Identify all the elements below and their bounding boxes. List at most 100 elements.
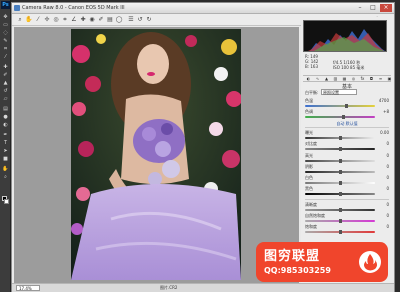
hand-icon[interactable]: ✋	[25, 16, 33, 24]
whites-value[interactable]: 0	[377, 175, 389, 180]
rotate-cw-icon[interactable]: ↻	[145, 16, 153, 24]
exposure-value[interactable]: 0.00	[377, 130, 389, 135]
history-brush-tool-icon[interactable]: ↺	[2, 88, 9, 94]
divider	[305, 199, 389, 200]
dodge-tool-icon[interactable]: ◐	[2, 122, 9, 128]
spot-removal-icon[interactable]: ✚	[79, 16, 87, 24]
graduated-filter-icon[interactable]: ▤	[106, 16, 114, 24]
contrast-slider[interactable]	[305, 147, 375, 151]
hsl-tab-icon[interactable]: ▥	[332, 76, 339, 82]
blacks-label: 黑色	[305, 186, 313, 191]
camera-calibration-tab-icon[interactable]: ◘	[368, 76, 375, 82]
highlights-value[interactable]: 0	[377, 153, 389, 158]
target-adjust-icon[interactable]: ◎	[52, 16, 60, 24]
saturation-slider[interactable]	[305, 230, 375, 234]
gradient-tool-icon[interactable]: ▤	[2, 106, 9, 112]
zoom-icon[interactable]: ⌕	[16, 16, 24, 24]
basic-tab-icon[interactable]: ◐	[305, 76, 312, 82]
clarity-slider-thumb[interactable]	[339, 208, 342, 212]
panel-tabs: ◐ ∿ ▲ ▥ ▦ ◎ fx ◘ ≡ ▣	[303, 75, 391, 82]
watermark-title: 图穷联盟	[264, 249, 321, 264]
hand-tool-icon[interactable]: ✋	[2, 166, 9, 172]
effects-tab-icon[interactable]: fx	[359, 76, 366, 82]
crop-tool-icon[interactable]: ⌗	[2, 46, 9, 52]
presets-tab-icon[interactable]: ≡	[377, 76, 384, 82]
white-balance-icon[interactable]: ⁄	[34, 16, 42, 24]
snapshots-tab-icon[interactable]: ▣	[386, 76, 393, 82]
temperature-slider[interactable]	[305, 104, 375, 108]
blacks-slider-thumb[interactable]	[339, 192, 342, 196]
blacks-slider[interactable]	[305, 192, 375, 196]
contrast-slider-thumb[interactable]	[339, 147, 342, 151]
path-select-tool-icon[interactable]: ➤	[2, 148, 9, 154]
pen-tool-icon[interactable]: ✒	[2, 132, 9, 138]
crop-icon[interactable]: ⌗	[61, 16, 69, 24]
photoshop-tools-panel: Ps ✥ ▭ ◌ ✎ ⌗ ⁄ ✚ ✐ ▲ ↺ ▱ ▤ ● ◐ ✒ T ➤ ■ ✋…	[0, 0, 11, 292]
move-tool-icon[interactable]: ✥	[2, 14, 9, 20]
blur-tool-icon[interactable]: ●	[2, 114, 9, 120]
dialog-titlebar[interactable]: Camera Raw 8.0 - Canon EOS 5D Mark III –…	[12, 3, 394, 14]
shadows-value[interactable]: 0	[377, 164, 389, 169]
maximize-button[interactable]: □	[367, 4, 379, 12]
rgb-camera-readout: R: 149 G: 142 B: 163 f/4.5 1/160 秒 ISO 1…	[303, 53, 387, 75]
tint-slider-thumb[interactable]	[342, 115, 345, 119]
saturation-slider-thumb[interactable]	[339, 230, 342, 234]
site-watermark: 图穷联盟 QQ:985303259	[256, 242, 388, 282]
brush-tool-icon[interactable]: ✐	[2, 72, 9, 78]
highlights-slider-thumb[interactable]	[339, 159, 342, 163]
detail-tab-icon[interactable]: ▲	[323, 76, 330, 82]
shadows-label: 阴影	[305, 164, 313, 169]
whites-slider[interactable]	[305, 181, 375, 185]
zoom-level-select[interactable]: 17.4%	[16, 285, 40, 291]
clarity-value[interactable]: 0	[377, 202, 389, 207]
color-sampler-icon[interactable]: ✢	[43, 16, 51, 24]
highlights-slider[interactable]	[305, 159, 375, 163]
straighten-icon[interactable]: ∠	[70, 16, 78, 24]
blacks-value[interactable]: 0	[377, 186, 389, 191]
preferences-icon[interactable]: ☰	[127, 16, 135, 24]
vibrance-value[interactable]: 0	[377, 213, 389, 218]
saturation-value[interactable]: 0	[377, 224, 389, 229]
eyedropper-tool-icon[interactable]: ⁄	[2, 54, 9, 60]
tone-curve-tab-icon[interactable]: ∿	[314, 76, 321, 82]
rotate-ccw-icon[interactable]: ↺	[136, 16, 144, 24]
red-eye-icon[interactable]: ◉	[88, 16, 96, 24]
eraser-tool-icon[interactable]: ▱	[2, 96, 9, 102]
watermark-qq: QQ:985303259	[264, 266, 331, 275]
radial-filter-icon[interactable]: ◯	[115, 16, 123, 24]
whites-slider-thumb[interactable]	[339, 181, 342, 185]
type-tool-icon[interactable]: T	[2, 140, 9, 146]
tint-value[interactable]: +8	[377, 109, 389, 114]
shape-tool-icon[interactable]: ■	[2, 156, 9, 162]
temperature-value[interactable]: 4700	[377, 98, 389, 103]
healing-tool-icon[interactable]: ✚	[2, 64, 9, 70]
split-toning-tab-icon[interactable]: ▦	[341, 76, 348, 82]
shadows-slider-thumb[interactable]	[339, 170, 342, 174]
exposure-slider[interactable]	[305, 136, 375, 140]
whites-label: 白色	[305, 175, 313, 180]
white-balance-label: 白平衡:	[305, 90, 319, 95]
quick-select-tool-icon[interactable]: ✎	[2, 38, 9, 44]
dialog-status-bar: 17.4% 图片.CR2	[12, 283, 394, 292]
temperature-slider-thumb[interactable]	[345, 104, 348, 108]
marquee-tool-icon[interactable]: ▭	[2, 22, 9, 28]
minimize-button[interactable]: –	[354, 4, 366, 12]
vibrance-slider[interactable]	[305, 219, 375, 223]
zoom-tool-icon[interactable]: ⌕	[2, 174, 9, 180]
lasso-tool-icon[interactable]: ◌	[2, 30, 9, 36]
close-button[interactable]: ×	[380, 4, 392, 12]
clarity-label: 清晰度	[305, 202, 317, 207]
adjustment-brush-icon[interactable]: ✐	[97, 16, 105, 24]
image-preview-area[interactable]	[14, 27, 299, 283]
background-color-swatch[interactable]	[4, 199, 9, 204]
clarity-slider[interactable]	[305, 208, 375, 212]
tint-slider[interactable]	[305, 115, 375, 119]
vibrance-slider-thumb[interactable]	[339, 219, 342, 223]
camera-iso-info: ISO 100 85 毫米	[333, 65, 365, 70]
contrast-value[interactable]: 0	[377, 141, 389, 146]
white-balance-select[interactable]: 原照设置	[321, 89, 357, 95]
shadows-slider[interactable]	[305, 170, 375, 174]
clone-stamp-tool-icon[interactable]: ▲	[2, 80, 9, 86]
lens-tab-icon[interactable]: ◎	[350, 76, 357, 82]
exposure-slider-thumb[interactable]	[339, 136, 342, 140]
